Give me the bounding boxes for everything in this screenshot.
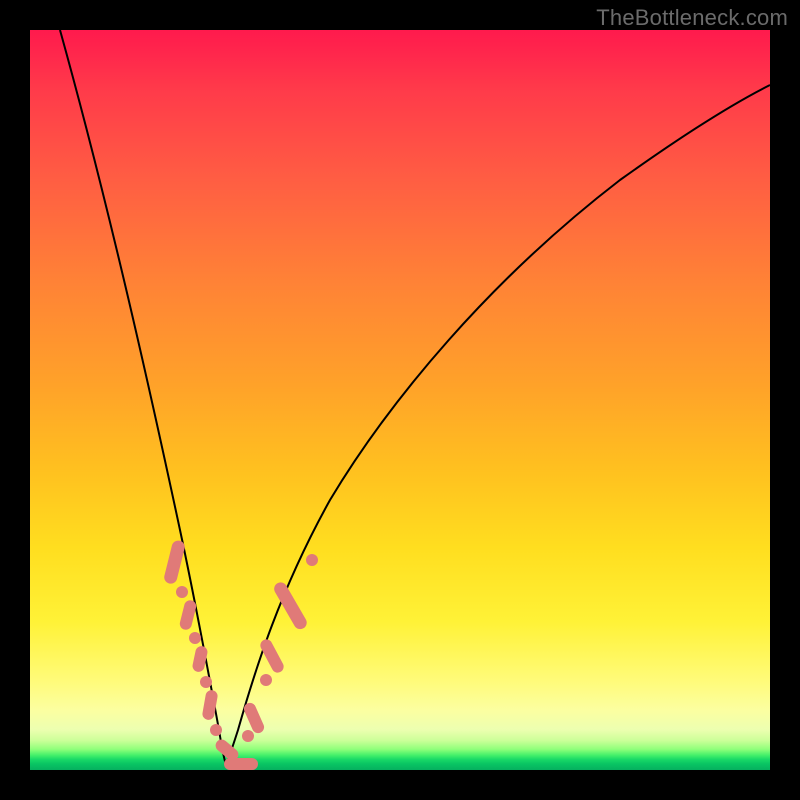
marker [258, 637, 285, 674]
marker [272, 580, 309, 632]
curve-layer [30, 30, 770, 770]
marker-cluster [163, 539, 318, 770]
watermark-text: TheBottleneck.com [596, 5, 788, 31]
marker [176, 586, 188, 598]
marker [191, 645, 208, 673]
marker [179, 599, 198, 631]
marker [260, 674, 272, 686]
marker [200, 676, 212, 688]
marker [242, 701, 266, 735]
bottleneck-curve [60, 30, 770, 765]
marker [163, 539, 186, 585]
marker [306, 554, 318, 566]
chart-stage: TheBottleneck.com [0, 0, 800, 800]
marker [242, 730, 254, 742]
marker [210, 724, 222, 736]
plot-area [30, 30, 770, 770]
marker [224, 758, 258, 770]
marker [189, 632, 201, 644]
